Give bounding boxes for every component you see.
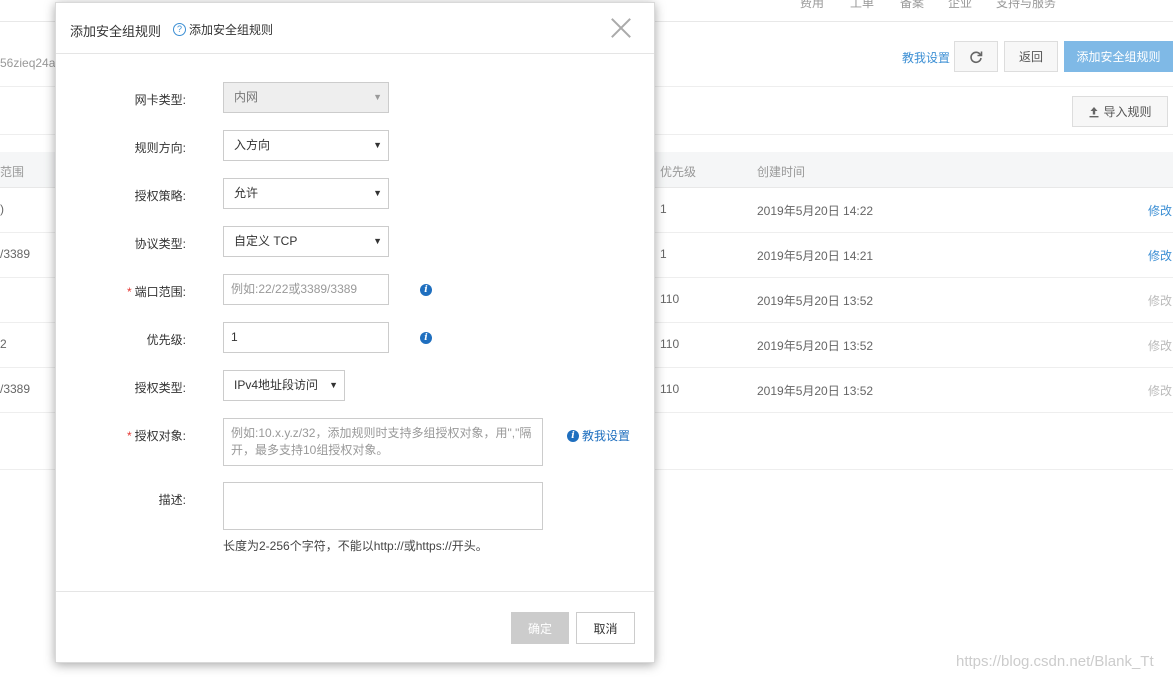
priority-input[interactable]: 1: [223, 322, 389, 353]
cell-created: 2019年5月20日 13:52: [757, 294, 874, 308]
help-icon[interactable]: ?: [173, 23, 186, 36]
confirm-button[interactable]: 确定: [511, 612, 569, 644]
chevron-down-icon: ▼: [373, 92, 382, 102]
info-icon[interactable]: i: [420, 284, 432, 296]
chevron-down-icon: ▼: [373, 140, 382, 150]
required-mark: *: [126, 429, 132, 443]
refresh-button[interactable]: [954, 41, 998, 72]
dialog-footer-divider: [56, 591, 654, 592]
port-range-input[interactable]: 例如:22/22或3389/3389: [223, 274, 389, 305]
auth-type-value: IPv4地址段访问: [234, 378, 319, 392]
description-hint: 长度为2-256个字符，不能以http://或https://开头。: [223, 539, 488, 553]
cell-priority: 1: [660, 247, 667, 261]
cell-created: 2019年5月20日 13:52: [757, 339, 874, 353]
refresh-icon: [970, 50, 983, 63]
edit-link-disabled: 修改: [1148, 384, 1173, 398]
port-range-label-text: 端口范围:: [134, 285, 186, 299]
import-rules-label: 导入规则: [1103, 105, 1152, 119]
chevron-down-icon: ▼: [373, 188, 382, 198]
edit-link-disabled: 修改: [1148, 339, 1173, 353]
col-priority: 优先级: [660, 165, 697, 179]
cancel-button[interactable]: 取消: [576, 612, 635, 644]
nav-item-support[interactable]: 支持与服务: [996, 0, 1056, 11]
auth-type-label: 授权类型:: [134, 381, 186, 395]
protocol-select[interactable]: 自定义 TCP ▼: [223, 226, 389, 257]
nav-item-billing[interactable]: 费用: [800, 0, 824, 11]
nav-item-filing[interactable]: 备案: [900, 0, 924, 11]
cell-created: 2019年5月20日 14:21: [757, 249, 874, 263]
instance-id: 56zieq24ar: [0, 56, 60, 70]
cell-priority: 110: [660, 382, 680, 396]
protocol-value: 自定义 TCP: [234, 234, 298, 248]
cell-created: 2019年5月20日 14:22: [757, 204, 874, 218]
edit-link[interactable]: 修改: [1148, 247, 1172, 264]
edit-link[interactable]: 修改: [1148, 202, 1172, 219]
info-icon: i: [567, 429, 579, 442]
close-icon[interactable]: [610, 17, 632, 39]
priority-label: 优先级:: [146, 333, 186, 347]
chevron-down-icon: ▼: [373, 236, 382, 246]
cell-priority: 110: [660, 292, 680, 306]
cell-range: /3389: [0, 247, 31, 261]
description-textarea[interactable]: [223, 482, 543, 530]
description-label: 描述:: [158, 493, 186, 507]
direction-value: 入方向: [234, 138, 271, 152]
dialog-help-link[interactable]: 添加安全组规则: [189, 21, 273, 38]
col-range: 范围: [0, 165, 25, 179]
chevron-down-icon: ▼: [329, 380, 338, 390]
cell-range: ): [0, 202, 4, 216]
auth-object-label-text: 授权对象:: [134, 429, 186, 443]
import-rules-button[interactable]: 导入规则: [1072, 96, 1168, 127]
teach-me-label: 教我设置: [582, 429, 631, 443]
port-range-label: * 端口范围:: [66, 283, 186, 300]
auth-object-label: * 授权对象:: [66, 427, 186, 444]
info-icon[interactable]: i: [420, 332, 432, 344]
cell-range: 2: [0, 337, 7, 351]
cell-created: 2019年5月20日 13:52: [757, 384, 874, 398]
back-button[interactable]: 返回: [1004, 41, 1058, 72]
edit-link-disabled: 修改: [1148, 294, 1173, 308]
protocol-label: 协议类型:: [134, 237, 186, 251]
dialog-title: 添加安全组规则: [70, 24, 162, 39]
policy-label: 授权策略:: [134, 189, 186, 203]
cell-priority: 110: [660, 337, 680, 351]
add-rule-dialog: 添加安全组规则 ? 添加安全组规则 网卡类型: 内网 ▼ 规则方向: 入方向 ▼…: [55, 2, 655, 663]
nav-item-tickets[interactable]: 工单: [850, 0, 874, 11]
policy-select[interactable]: 允许 ▼: [223, 178, 389, 209]
col-created: 创建时间: [757, 165, 806, 179]
teach-me-link[interactable]: 教我设置: [902, 49, 950, 66]
cell-range: /3389: [0, 382, 31, 396]
dialog-header: 添加安全组规则 ? 添加安全组规则: [56, 3, 654, 54]
nav-item-enterprise[interactable]: 企业: [948, 0, 972, 11]
direction-select[interactable]: 入方向 ▼: [223, 130, 389, 161]
add-rule-button[interactable]: 添加安全组规则: [1064, 41, 1173, 72]
auth-type-select[interactable]: IPv4地址段访问 ▼: [223, 370, 345, 401]
teach-me-help-link[interactable]: i 教我设置: [567, 427, 630, 444]
policy-value: 允许: [234, 186, 259, 200]
cell-priority: 1: [660, 202, 667, 216]
auth-object-textarea[interactable]: 例如:10.x.y.z/32，添加规则时支持多组授权对象，用","隔开，最多支持…: [223, 418, 543, 466]
nic-type-value: 内网: [234, 90, 259, 104]
watermark: https://blog.csdn.net/Blank_Tt: [956, 653, 1154, 670]
required-mark: *: [126, 285, 132, 299]
upload-icon: [1089, 106, 1099, 117]
direction-label: 规则方向:: [134, 141, 186, 155]
nic-type-label: 网卡类型:: [134, 93, 186, 107]
nic-type-select: 内网 ▼: [223, 82, 389, 113]
